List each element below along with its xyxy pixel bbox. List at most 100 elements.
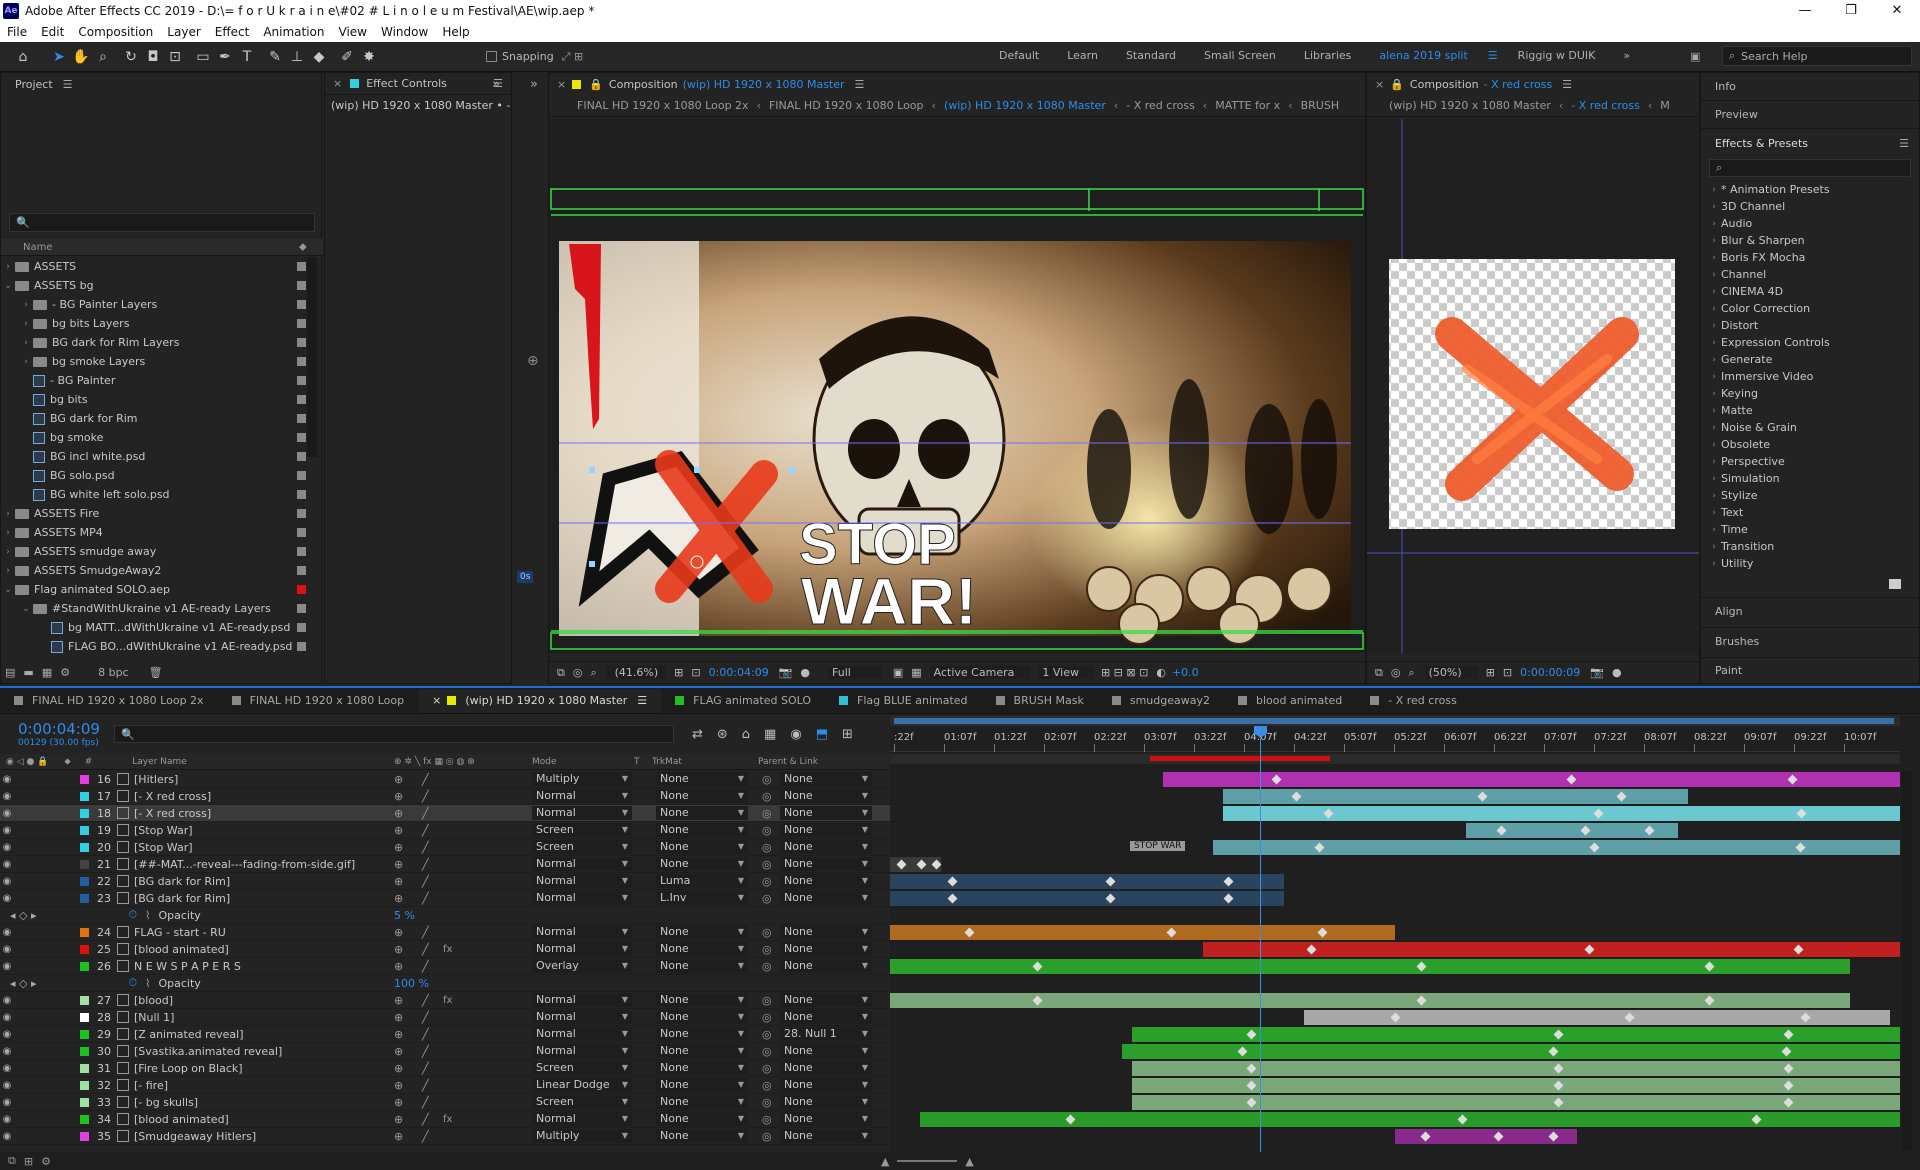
shy-switch-icon[interactable]: ⊕ <box>394 841 403 854</box>
timeline-tab-final-hd-1920-x-1080-loop-2x[interactable]: FINAL HD 1920 x 1080 Loop 2x <box>0 689 218 713</box>
layer-label-color[interactable] <box>80 1097 89 1107</box>
label-color-swatch[interactable] <box>297 414 306 423</box>
layer-name[interactable]: [blood animated] <box>134 943 364 956</box>
shy-switch-icon[interactable]: ⊕ <box>394 1096 403 1109</box>
title-safe-icon[interactable]: ⊞ <box>674 666 683 679</box>
track-matte-dropdown[interactable]: None ▼ <box>656 1027 748 1041</box>
label-color-swatch[interactable] <box>297 433 306 442</box>
preview-panel-header[interactable]: Preview <box>1701 101 1919 129</box>
effect-category-audio[interactable]: › Audio <box>1707 215 1919 232</box>
puppet-tool-icon[interactable]: ✸ <box>358 46 380 68</box>
layer-track-20[interactable]: STOP WAR <box>890 839 1900 856</box>
parent-dropdown[interactable]: None ▼ <box>780 891 872 905</box>
zoom-in-icon[interactable]: ▲ <box>965 1155 973 1168</box>
label-color-swatch[interactable] <box>297 262 306 271</box>
pick-whip-icon[interactable]: ◎ <box>762 994 772 1007</box>
timeline-track-area[interactable]: :22f 01:07f 01:22f 02:07f 02:22f 03:07f 03:22f… <box>890 716 1920 1166</box>
label-color-swatch[interactable] <box>297 509 306 518</box>
adjust-project-icon[interactable]: ⚙ <box>60 666 70 679</box>
layer-track-32[interactable] <box>890 1077 1900 1094</box>
parent-dropdown[interactable]: None ▼ <box>780 857 872 871</box>
mode-dropdown[interactable]: Screen ▼ <box>532 1095 632 1109</box>
shy-switch-icon[interactable]: ⊕ <box>394 858 403 871</box>
preserve-transparency-header[interactable]: T <box>634 757 640 767</box>
interpret-footage-icon[interactable]: ▤ <box>5 666 15 679</box>
visibility-eye-icon[interactable]: ◉ <box>0 1131 14 1142</box>
layer-row-35[interactable]: ◉ 35 [Smudgeaway Hitlers] ⊕ ╱ Multiply ▼ None ▼ N… <box>0 1128 890 1145</box>
label-color-swatch[interactable] <box>297 395 306 404</box>
quality-switch-icon[interactable]: ╱ <box>422 1130 429 1143</box>
panel-expand-icon[interactable]: » <box>530 77 538 92</box>
timeline-search-input[interactable]: 🔍 <box>113 725 674 743</box>
region-of-interest-icon[interactable]: ▣ <box>893 666 903 679</box>
quality-switch-icon[interactable]: ╱ <box>422 1028 429 1041</box>
workspace-menu-icon[interactable]: ☰ <box>1482 49 1504 62</box>
track-matte-dropdown[interactable]: None ▼ <box>656 806 748 820</box>
effect-category-transition[interactable]: › Transition <box>1707 538 1919 555</box>
timeline-tab-wip-hd-1920-x-1080-master[interactable]: × (wip) HD 1920 x 1080 Master ☰ <box>418 688 662 713</box>
navigator-tab-matte-for-x[interactable]: MATTE for x <box>1207 99 1288 112</box>
quality-switch-icon[interactable]: ╱ <box>422 858 429 871</box>
frame-blending-icon[interactable]: ▦ <box>764 727 776 742</box>
expand-toggle-icon[interactable]: › <box>1707 457 1721 467</box>
project-item-bg-painter[interactable]: - BG Painter <box>1 371 306 390</box>
rotate-tool-icon[interactable]: ↻ <box>120 46 142 68</box>
menu-composition[interactable]: Composition <box>71 22 160 42</box>
always-preview-icon[interactable]: ⧉ <box>1375 666 1383 680</box>
toggle-switches-icon[interactable]: ⧉ <box>8 1154 16 1168</box>
navigator-tab-final-loop-2x[interactable]: FINAL HD 1920 x 1080 Loop 2x <box>569 99 757 112</box>
secondary-magnification-dropdown[interactable]: (50%) <box>1424 666 1478 679</box>
composition-canvas[interactable]: STOP WAR! ⊕ 0s <box>517 119 1365 653</box>
panel-overflow-icon[interactable]: » <box>492 77 500 92</box>
layer-tracks[interactable]: STOP WAR <box>890 771 1900 1151</box>
quality-switch-icon[interactable]: ╱ <box>422 773 429 786</box>
label-color-swatch[interactable] <box>297 357 306 366</box>
quality-switch-icon[interactable]: ╱ <box>422 1113 429 1126</box>
mode-dropdown[interactable]: Normal ▼ <box>532 925 632 939</box>
mode-dropdown[interactable]: Normal ▼ <box>532 891 632 905</box>
x-red-cross-preview[interactable] <box>1367 119 1699 653</box>
parent-dropdown[interactable]: None ▼ <box>780 840 872 854</box>
close-tab-icon[interactable]: × <box>333 77 342 90</box>
parent-dropdown[interactable]: None ▼ <box>780 925 872 939</box>
track-matte-dropdown[interactable]: None ▼ <box>656 1044 748 1058</box>
project-item-bg-incl-white-psd[interactable]: BG incl white.psd <box>1 447 306 466</box>
expand-toggle-icon[interactable]: › <box>1707 304 1721 314</box>
workspace-default[interactable]: Default <box>985 49 1053 62</box>
layer-track-24[interactable] <box>890 924 1900 941</box>
layer-label-color[interactable] <box>80 995 89 1005</box>
label-color-swatch[interactable] <box>297 642 306 651</box>
parent-dropdown[interactable]: None ▼ <box>780 942 872 956</box>
menu-animation[interactable]: Animation <box>256 22 331 42</box>
effects-presets-header[interactable]: Effects & Presets ☰ <box>1701 129 1919 157</box>
track-matte-dropdown[interactable]: None ▼ <box>656 959 748 973</box>
pick-whip-icon[interactable]: ◎ <box>762 1096 772 1109</box>
layer-track-31[interactable] <box>890 1060 1900 1077</box>
project-item-flag-bo-dwithukraine-v1-ae-ready-psd[interactable]: FLAG BO...dWithUkraine v1 AE-ready.psd <box>1 637 306 656</box>
work-area-bar[interactable] <box>890 754 1900 764</box>
expand-toggle-icon[interactable]: › <box>1707 542 1721 552</box>
draft-3d-icon[interactable]: ⊛ <box>717 727 728 742</box>
type-tool-icon[interactable]: T <box>236 46 258 68</box>
quality-switch-icon[interactable]: ╱ <box>422 841 429 854</box>
effect-category-cinema-4d[interactable]: › CINEMA 4D <box>1707 283 1919 300</box>
layer-row-21[interactable]: ◉ 21 [##-MAT...-reveal---fading-from-side.… <box>0 856 890 873</box>
pick-whip-icon[interactable]: ◎ <box>762 892 772 905</box>
expand-toggle-icon[interactable]: › <box>1 262 15 272</box>
layer-track-28[interactable] <box>890 1009 1900 1026</box>
expand-toggle-icon[interactable]: › <box>1707 321 1721 331</box>
navigator-tab-x-red-cross[interactable]: - X red cross <box>1118 99 1203 112</box>
layer-name[interactable]: [BG dark for Rim] <box>134 875 364 888</box>
pick-whip-icon[interactable]: ◎ <box>762 875 772 888</box>
pick-whip-icon[interactable]: ◎ <box>762 1079 772 1092</box>
property-row-opacity[interactable]: ◂ ◇ ▸ ⏱ ⌇ Opacity 100 % <box>0 975 890 992</box>
layer-track-33[interactable] <box>890 1094 1900 1111</box>
hand-tool-icon[interactable]: ✋ <box>70 46 92 68</box>
track-matte-dropdown[interactable]: None ▼ <box>656 1112 748 1126</box>
label-color-swatch[interactable] <box>297 585 306 594</box>
effect-category-matte[interactable]: › Matte <box>1707 402 1919 419</box>
layer-label-color[interactable] <box>80 825 89 835</box>
workspace-alena-2019-split[interactable]: alena 2019 split <box>1365 49 1481 62</box>
quality-switch-icon[interactable]: ╱ <box>422 926 429 939</box>
visibility-eye-icon[interactable]: ◉ <box>0 808 14 819</box>
